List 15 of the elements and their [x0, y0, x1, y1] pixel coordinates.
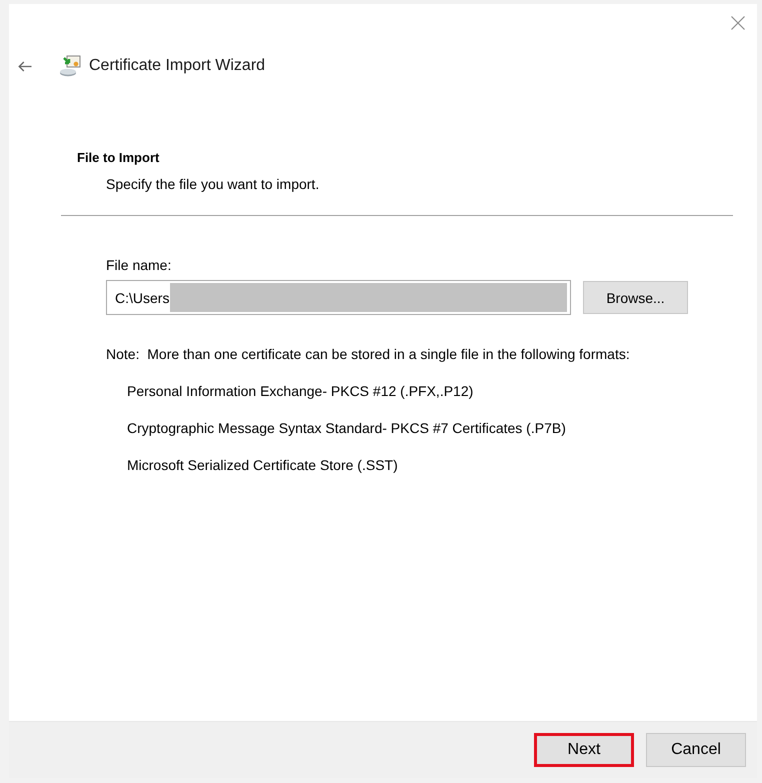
certificate-arrow-icon: [59, 55, 81, 77]
field-label: File name:: [106, 256, 172, 275]
window-title: Certificate Import Wizard: [89, 57, 266, 75]
next-button[interactable]: Next: [534, 733, 634, 767]
back-arrow-icon[interactable]: [18, 60, 32, 72]
file-name-field[interactable]: C:\Users: [106, 280, 571, 315]
page-heading: File to Import: [77, 149, 160, 167]
format-item: Cryptographic Message Syntax Standard- PKCS #7 Certificates (.P7B): [127, 419, 566, 438]
page-subheading: Specify the file you want to import.: [106, 175, 320, 194]
browse-button[interactable]: Browse...: [583, 281, 688, 314]
cancel-button[interactable]: Cancel: [646, 733, 746, 767]
note-text: Note: More than one certificate can be stored in a single file in the following formats:: [106, 345, 630, 364]
format-item: Microsoft Serialized Certificate Store (.SST): [127, 456, 398, 475]
format-item: Personal Information Exchange- PKCS #12 (.PFX,.P12): [127, 382, 474, 401]
close-icon: [731, 16, 745, 30]
